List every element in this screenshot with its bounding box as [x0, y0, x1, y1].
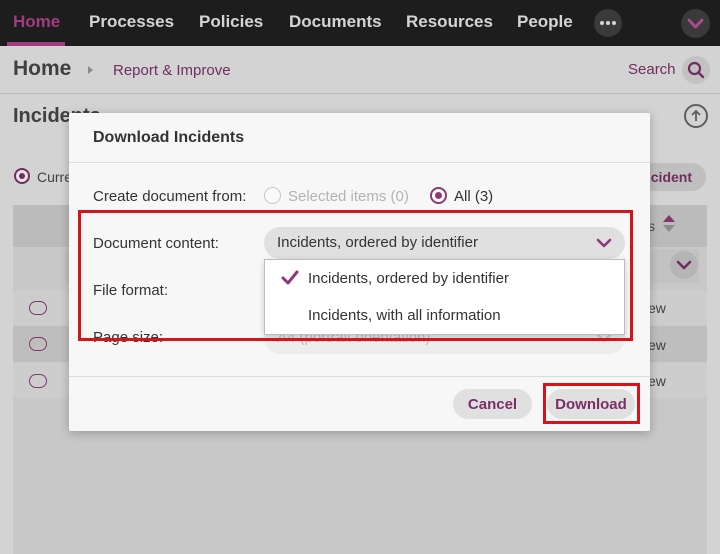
document-content-value: Incidents, ordered by identifier: [277, 234, 478, 251]
file-format-label: File format:: [93, 282, 169, 299]
menu-option-label: Incidents, with all information: [308, 307, 501, 324]
dialog-header: Download Incidents: [69, 113, 650, 163]
selected-items-label: Selected items (0): [288, 188, 409, 205]
checkmark-icon: [281, 270, 299, 285]
menu-option-with-all-information[interactable]: Incidents, with all information: [265, 297, 624, 334]
create-from-label: Create document from:: [93, 188, 247, 205]
cancel-button[interactable]: Cancel: [453, 389, 532, 419]
menu-option-ordered-by-identifier[interactable]: Incidents, ordered by identifier: [265, 260, 624, 297]
document-content-label: Document content:: [93, 235, 219, 252]
document-content-menu: Incidents, ordered by identifier Inciden…: [264, 259, 625, 335]
all-items-label: All (3): [454, 188, 494, 205]
all-items-radio[interactable]: [430, 187, 447, 204]
chevron-down-icon: [596, 238, 612, 248]
document-content-select[interactable]: Incidents, ordered by identifier: [264, 227, 625, 259]
download-button[interactable]: Download: [547, 389, 635, 419]
page-size-label: Page size:: [93, 329, 164, 346]
dialog-footer-divider: [69, 376, 650, 377]
menu-option-label: Incidents, ordered by identifier: [308, 270, 509, 287]
dialog-title: Download Incidents: [93, 129, 245, 146]
selected-items-radio[interactable]: [264, 187, 281, 204]
